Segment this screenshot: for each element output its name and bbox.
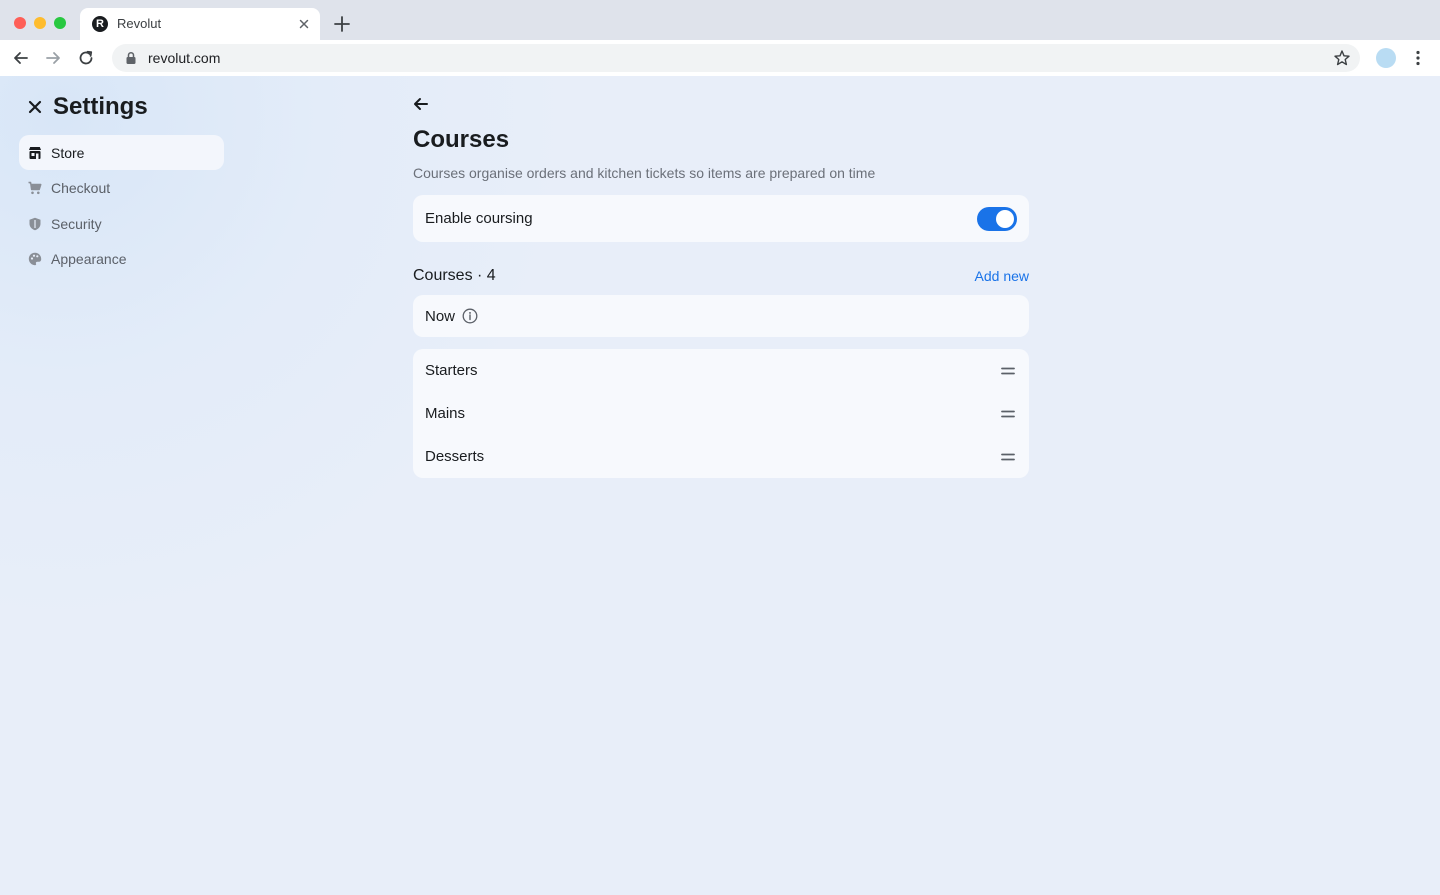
url-text: revolut.com [148, 50, 221, 66]
course-row[interactable]: Mains [413, 392, 1029, 435]
sidebar-item-label: Checkout [51, 180, 111, 196]
courses-list: Starters Mains Desserts [413, 349, 1029, 478]
sidebar-item-checkout[interactable]: Checkout [19, 171, 224, 206]
enable-coursing-row: Enable coursing [413, 195, 1029, 242]
sidebar-item-label: Appearance [51, 251, 127, 267]
page: Settings Store Checkout Security Appeara… [0, 76, 1440, 895]
browser-reload-icon[interactable] [77, 49, 95, 67]
drag-handle-icon[interactable] [1001, 452, 1015, 462]
courses-count-title: Courses · 4 [413, 267, 496, 284]
enable-coursing-toggle[interactable] [977, 206, 1017, 231]
browser-tab-bar: R Revolut [0, 0, 1440, 40]
sidebar-item-appearance[interactable]: Appearance [19, 242, 224, 277]
browser-tab[interactable]: R Revolut [80, 8, 320, 40]
settings-sidebar: Store Checkout Security Appearance [19, 135, 224, 277]
browser-toolbar: revolut.com [0, 40, 1440, 76]
window-minimize-button[interactable] [34, 17, 46, 29]
drag-handle-icon[interactable] [1001, 366, 1015, 376]
store-icon [29, 146, 41, 159]
browser-forward-icon[interactable] [44, 49, 62, 67]
window-zoom-button[interactable] [54, 17, 66, 29]
close-settings-icon[interactable] [26, 98, 44, 116]
cart-icon [28, 181, 42, 195]
now-course-row: Now [413, 295, 1029, 337]
course-row[interactable]: Starters [413, 349, 1029, 392]
tab-title: Revolut [117, 16, 162, 31]
courses-panel: Courses Courses organise orders and kitc… [413, 96, 1029, 478]
lock-icon [126, 51, 136, 64]
window-close-button[interactable] [14, 17, 26, 29]
page-title: Courses [413, 126, 510, 153]
toggle-knob [996, 209, 1014, 228]
add-new-course-link[interactable]: Add new [975, 268, 1029, 284]
courses-section-header: Courses · 4 Add new [413, 266, 1029, 286]
course-name: Desserts [425, 448, 485, 465]
browser-menu-icon[interactable] [1410, 49, 1426, 67]
new-tab-plus-icon[interactable] [333, 15, 351, 33]
settings-title: Settings [53, 93, 148, 120]
sidebar-item-label: Security [51, 215, 102, 232]
sidebar-item-store[interactable]: Store [19, 135, 224, 170]
info-icon[interactable] [462, 308, 478, 324]
sidebar-item-security[interactable]: Security [19, 206, 224, 241]
shield-icon [29, 217, 41, 230]
course-name: Starters [425, 362, 478, 379]
palette-icon [28, 252, 42, 266]
page-description: Courses organise orders and kitchen tick… [413, 165, 876, 181]
browser-back-icon[interactable] [12, 49, 30, 67]
sidebar-item-label: Store [51, 144, 85, 161]
tab-close-icon[interactable] [296, 16, 312, 32]
settings-header: Settings [26, 93, 148, 121]
course-name: Mains [425, 405, 466, 422]
back-arrow-icon[interactable] [413, 96, 429, 112]
drag-handle-icon[interactable] [1001, 409, 1015, 419]
revolut-favicon-icon: R [92, 16, 108, 32]
address-bar[interactable]: revolut.com [112, 44, 1360, 72]
profile-avatar[interactable] [1376, 48, 1396, 68]
enable-coursing-label: Enable coursing [425, 210, 533, 227]
now-course-label: Now [425, 307, 456, 325]
bookmark-star-icon[interactable] [1333, 49, 1351, 67]
course-row[interactable]: Desserts [413, 435, 1029, 478]
